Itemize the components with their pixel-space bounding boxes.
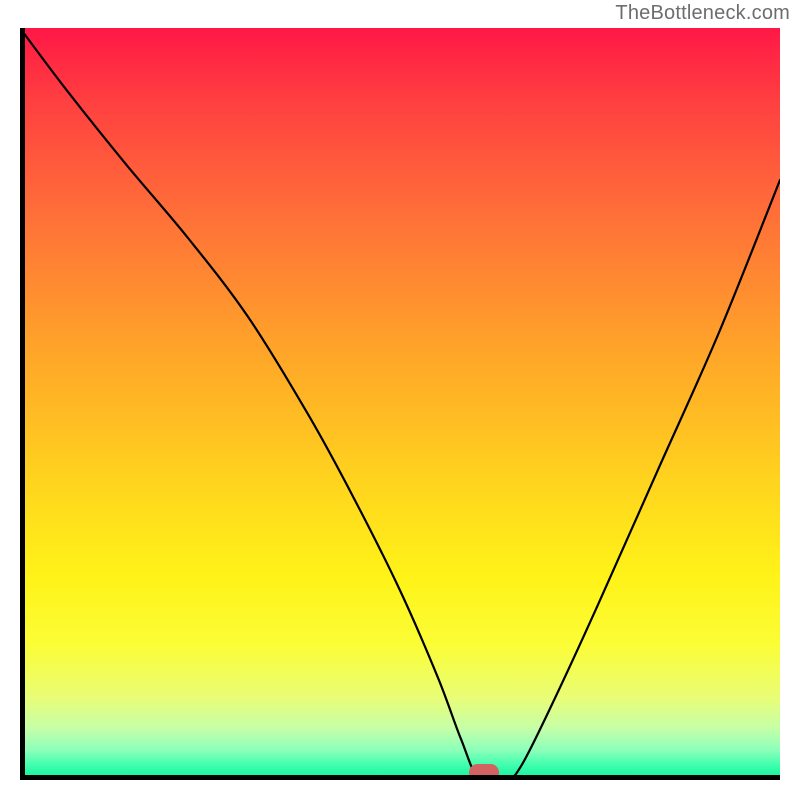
y-axis-line: [20, 28, 25, 780]
chart-container: TheBottleneck.com: [0, 0, 800, 800]
curve-path: [20, 28, 780, 780]
plot-area-outer: [20, 28, 780, 780]
bottleneck-curve: [20, 28, 780, 780]
x-axis-line: [20, 775, 780, 780]
watermark-label: TheBottleneck.com: [615, 2, 790, 25]
plot-area: [20, 28, 780, 780]
